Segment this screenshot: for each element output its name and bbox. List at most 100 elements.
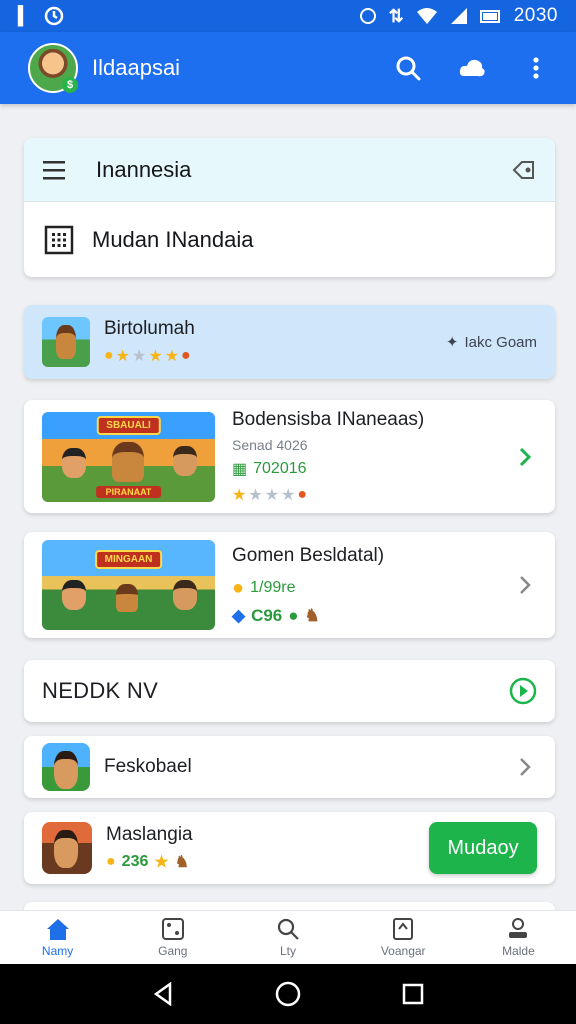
- coin-icon: ●: [297, 485, 308, 503]
- install-button[interactable]: Mudaoy: [429, 822, 537, 874]
- coin-icon: ●: [104, 347, 114, 364]
- data-icon: ⇅: [388, 5, 404, 26]
- star-icon: ★: [281, 486, 296, 504]
- gem-icon: ◆: [232, 605, 246, 625]
- star-icon: ★: [154, 854, 169, 871]
- search-icon: [396, 56, 421, 81]
- menu-row-primary[interactable]: Inannesia: [24, 138, 555, 202]
- card-icon: [393, 918, 414, 940]
- back-button[interactable]: [143, 974, 183, 1014]
- list-item-label: Maslangia: [106, 824, 193, 845]
- menu-row-primary-label: Inannesia: [96, 156, 192, 182]
- tab-label: Malde: [502, 944, 535, 958]
- battery-icon: [479, 10, 500, 23]
- gem-icon: ●: [181, 347, 191, 364]
- game-extra-value: C96: [251, 605, 283, 625]
- account-button[interactable]: [450, 46, 494, 90]
- dice-icon: [161, 918, 184, 940]
- list-item-label: Feskobael: [104, 756, 192, 777]
- tab-games[interactable]: Gang: [115, 911, 230, 964]
- tab-label: Gang: [158, 944, 188, 958]
- game-extra: ◆ C96 ● ♞: [232, 606, 513, 626]
- more-vertical-icon: [533, 57, 539, 79]
- tab-search[interactable]: Lty: [230, 911, 345, 964]
- banner-rating: ● ★ ★ ★ ★ ●: [104, 346, 446, 366]
- calendar-grid-icon: [44, 225, 74, 254]
- list-item-meta-value: 236: [121, 853, 149, 870]
- star-icon: ★: [248, 486, 263, 504]
- star-icon: ★: [232, 486, 247, 504]
- status-bar: ▍ ⇅ 2030: [0, 0, 576, 32]
- menu-row-secondary[interactable]: Mudan INandaia: [24, 202, 555, 277]
- list-item-partial: [24, 902, 555, 910]
- game-title: Bodensisba INaneaas): [232, 408, 425, 430]
- avatar[interactable]: [28, 43, 78, 93]
- recents-square-icon: [403, 983, 424, 1005]
- game-meta: ● 1/99re: [232, 577, 513, 600]
- star-icon: ★: [264, 486, 280, 504]
- coin-icon: ●: [106, 853, 116, 870]
- star-icon: ★: [164, 348, 180, 365]
- tag-icon[interactable]: [511, 159, 537, 181]
- tab-label: Voangar: [380, 944, 426, 958]
- list-item-meta: ● 236 ★ ♞: [106, 852, 429, 872]
- character-icon: ♞: [174, 854, 190, 871]
- thumb-title: MINGAAN: [94, 550, 163, 569]
- tab-label: Lty: [280, 944, 297, 958]
- menu-card: Inannesia Mudan INandaia: [24, 138, 555, 277]
- alarm-icon: [359, 8, 376, 24]
- tab-home[interactable]: Namy: [0, 911, 115, 964]
- list-item-thumbnail: [42, 822, 92, 874]
- search-button[interactable]: [386, 46, 430, 90]
- leaf-icon: ●: [288, 605, 299, 625]
- tab-profile[interactable]: Malde: [461, 911, 576, 964]
- game-thumbnail: SBAUALI PIRANAAT: [42, 411, 215, 502]
- notification-icon: ▍: [18, 5, 32, 26]
- main-content: Inannesia Mudan INandaia Birtolumah ● ★ …: [0, 104, 576, 910]
- home-icon: [46, 919, 69, 940]
- home-circle-icon: [275, 981, 301, 1007]
- game-card[interactable]: MINGAAN Gomen Besldatal) ● 1/99re ◆ C96 …: [24, 532, 555, 638]
- game-meta: ▦ 702016: [232, 459, 513, 479]
- game-card[interactable]: SBAUALI PIRANAAT Bodensisba INaneaas) Se…: [24, 400, 555, 513]
- recents-button[interactable]: [393, 974, 433, 1014]
- banner-thumbnail: [42, 317, 90, 367]
- banner-action-label: Iakc Goam: [464, 333, 537, 351]
- bottom-nav: Namy Gang Lty Voangar Malde: [0, 910, 576, 964]
- wifi-icon: [416, 8, 437, 24]
- status-time: 2030: [513, 5, 558, 26]
- game-subtitle: Senad 4026: [232, 436, 308, 453]
- menu-row-secondary-label: Mudan INandaia: [92, 226, 254, 252]
- banner-action[interactable]: ✦ Iakc Goam: [446, 333, 537, 352]
- more-options-button[interactable]: [514, 46, 558, 90]
- featured-banner[interactable]: Birtolumah ● ★ ★ ★ ★ ● ✦ Iakc Goam: [24, 305, 555, 379]
- list-item[interactable]: Maslangia ● 236 ★ ♞ Mudaoy: [24, 812, 555, 884]
- hamburger-icon: [43, 160, 65, 179]
- game-thumbnail: MINGAAN: [42, 540, 215, 630]
- thumb-title: SBAUALI: [96, 415, 161, 435]
- list-item[interactable]: Feskobael: [24, 736, 555, 798]
- banner-title: Birtolumah: [104, 318, 195, 339]
- back-triangle-icon: [153, 982, 171, 1006]
- tab-cards[interactable]: Voangar: [346, 911, 461, 964]
- search-icon: [277, 918, 299, 940]
- chevron-right-icon[interactable]: [513, 755, 537, 779]
- game-meta-value: 1/99re: [250, 579, 296, 596]
- cloud-icon: [459, 59, 485, 77]
- section-title: NEDDK NV: [42, 678, 159, 703]
- character-icon: ♞: [304, 605, 320, 625]
- star-icon: ★: [132, 348, 147, 365]
- section-header[interactable]: NEDDK NV: [24, 660, 555, 722]
- star-icon: ★: [115, 348, 131, 365]
- cash-icon: ▦: [232, 460, 248, 478]
- app-bar: Ildaapsai: [0, 32, 576, 104]
- chevron-right-icon[interactable]: [513, 445, 537, 469]
- play-circle-icon[interactable]: [509, 677, 537, 705]
- game-rating: ★ ★ ★ ★ ●: [232, 485, 513, 505]
- home-button[interactable]: [268, 974, 308, 1014]
- star-icon: ★: [148, 348, 163, 365]
- game-meta-value: 702016: [253, 459, 307, 477]
- chevron-right-icon[interactable]: [513, 573, 537, 597]
- list-item-thumbnail: [42, 743, 90, 791]
- game-title: Gomen Besldatal): [232, 544, 385, 566]
